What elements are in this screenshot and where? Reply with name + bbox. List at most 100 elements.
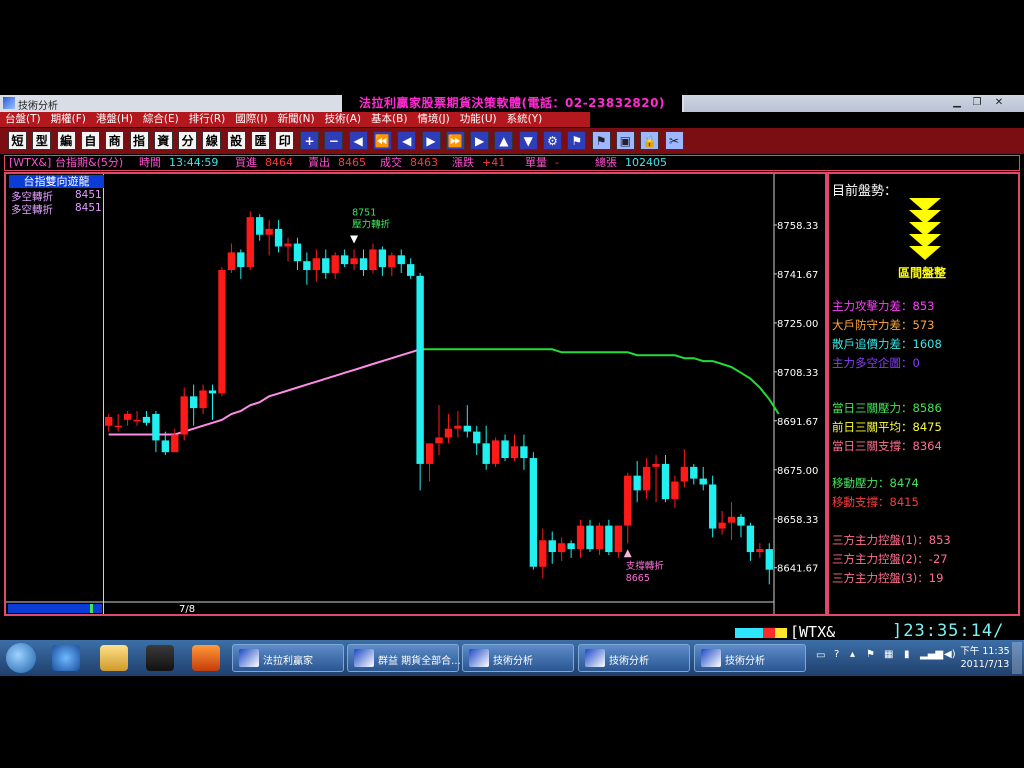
tool-icon[interactable]: ✂ <box>664 131 684 150</box>
resistance-arrow-icon <box>350 235 359 244</box>
annotation-label: 壓力轉折 <box>352 218 391 230</box>
candle-body <box>510 446 519 459</box>
stat-line: 主力多空企圖：0 <box>832 355 920 371</box>
candle-body <box>256 217 264 235</box>
candle-body <box>567 543 575 550</box>
signal-icon[interactable]: ▂▄▆ <box>920 649 943 660</box>
toolbar-button-5[interactable]: 指 <box>129 131 149 150</box>
volume-icon[interactable]: ◀) <box>944 649 956 660</box>
taskbar-button-0[interactable]: 法拉利贏家 <box>232 644 344 672</box>
media-player-icon[interactable] <box>146 645 174 671</box>
menu-item-3[interactable]: 綜合(E) <box>138 112 184 127</box>
menu-item-1[interactable]: 期權(F) <box>46 112 91 127</box>
deal-value: 8463 <box>410 156 438 169</box>
candlestick-chart[interactable]: 8758.33 8741.67 8725.00 8708.33 8691.67 8675.… <box>6 174 825 614</box>
menu-item-5[interactable]: 國際(I) <box>230 112 272 127</box>
toolbar-button-11[interactable]: 印 <box>275 131 295 150</box>
back-icon[interactable]: ◀ <box>397 131 417 150</box>
taskbar-button-3[interactable]: 技術分析 <box>578 644 690 672</box>
screen-icon[interactable]: ▣ <box>615 131 635 150</box>
toolbar-button-1[interactable]: 型 <box>32 131 52 150</box>
toolbar-button-7[interactable]: 分 <box>178 131 198 150</box>
stat-line: 當日三關壓力：8586 <box>832 400 942 416</box>
zoom-out-icon[interactable]: − <box>324 131 344 150</box>
fast-back-icon[interactable]: ⏪ <box>372 131 392 150</box>
first-icon[interactable]: ◀ <box>348 131 368 150</box>
taskbar-button-1[interactable]: 群益 期貨全部合... <box>347 644 461 672</box>
stat-label: 三方主力控盤(1)： <box>832 533 929 547</box>
menu-item-9[interactable]: 情境(J) <box>412 112 454 127</box>
toolbar-button-2[interactable]: 編 <box>56 131 76 150</box>
candle-body <box>189 396 198 409</box>
lock-icon[interactable]: 🔒 <box>640 131 660 150</box>
toolbar-button-9[interactable]: 設 <box>226 131 246 150</box>
minimize-icon[interactable]: ▁ <box>948 96 966 110</box>
stat-line: 主力攻擊力差：853 <box>832 298 934 314</box>
flag-icon[interactable]: ⚑ <box>866 649 875 660</box>
toolbar-button-4[interactable]: 商 <box>105 131 125 150</box>
trend-title: 目前盤勢： <box>832 184 898 199</box>
indicator-title[interactable]: 台指雙向遊龍 <box>9 175 104 188</box>
taskbar-button-2[interactable]: 技術分析 <box>462 644 574 672</box>
toolbar-button-3[interactable]: 自 <box>80 131 100 150</box>
candle-body <box>123 413 132 420</box>
down-icon[interactable]: ▼ <box>518 131 538 150</box>
menu-item-8[interactable]: 基本(B) <box>366 112 412 127</box>
network-icon[interactable]: ▦ <box>884 649 893 660</box>
y-tick-label: 8675.00 <box>777 466 818 477</box>
symbol-name: 台指期&(5分) <box>55 156 124 169</box>
menu-item-11[interactable]: 系統(Y) <box>502 112 548 127</box>
restore-icon[interactable]: ❐ <box>968 96 986 110</box>
candle-body <box>548 540 556 553</box>
expand-tray-icon[interactable]: ▴ <box>850 649 855 660</box>
toolbar-button-6[interactable]: 資 <box>153 131 173 150</box>
menu-item-10[interactable]: 功能(U) <box>455 112 502 127</box>
help-icon[interactable]: ? <box>834 649 839 660</box>
toolbar-button-10[interactable]: 匯 <box>251 131 270 150</box>
tray-clock[interactable]: 下午 11:35 2011/7/13 <box>960 645 1010 671</box>
stat-label: 大戶防守力差： <box>832 318 913 332</box>
menu-bar: 台盤(T) 期權(F) 港盤(H) 綜合(E) 排行(R) 國際(I) 新聞(N) 技術(A)… <box>0 112 590 127</box>
menu-item-2[interactable]: 港盤(H) <box>91 112 138 127</box>
candle-body <box>595 525 604 550</box>
fast-forward-icon[interactable]: ⏩ <box>445 131 465 150</box>
toolbar-button-8[interactable]: 線 <box>202 131 222 150</box>
status-symbol: [WTX&_ <box>790 623 845 641</box>
link-icon[interactable]: ⚑ <box>567 131 587 150</box>
candle-body <box>293 243 302 262</box>
settings-icon[interactable]: ⚙ <box>543 131 562 150</box>
start-button-icon[interactable] <box>6 643 36 673</box>
app-shortcut-icon[interactable] <box>192 645 220 671</box>
link2-icon[interactable]: ⚑ <box>591 131 611 150</box>
up-icon[interactable]: ▲ <box>494 131 514 150</box>
battery-icon[interactable]: ▮ <box>904 649 910 660</box>
close-icon[interactable]: ✕ <box>990 96 1008 110</box>
last-icon[interactable]: ▶ <box>470 131 490 150</box>
taskbar-button-label: 技術分析 <box>725 656 765 667</box>
stat-label: 當日三關支撐： <box>832 439 913 453</box>
candle-body <box>340 255 349 265</box>
stat-value: 8475 <box>912 420 942 434</box>
stat-line: 三方主力控盤(1)：853 <box>832 532 951 548</box>
keyboard-icon[interactable]: ▭ <box>816 650 825 661</box>
menu-item-4[interactable]: 排行(R) <box>184 112 231 127</box>
window-icon <box>469 649 489 667</box>
candle-body <box>425 443 434 464</box>
stat-line: 當日三關支撐：8364 <box>832 438 942 454</box>
show-desktop-button[interactable] <box>1012 642 1022 674</box>
folder-icon[interactable] <box>100 645 128 671</box>
toolbar-button-0[interactable]: 短 <box>8 131 27 150</box>
menu-item-6[interactable]: 新聞(N) <box>273 112 320 127</box>
taskbar-button-4[interactable]: 技術分析 <box>694 644 806 672</box>
forward-icon[interactable]: ▶ <box>421 131 441 150</box>
toolbar: 短型編自商指資分線設匯印 + − ◀ ⏪ ◀ ▶ ⏩ ▶ ▲ ▼ ⚙ ⚑ ⚑ ▣ 🔒 ✂ <box>0 128 1024 154</box>
candle-body <box>369 249 377 271</box>
status-bar <box>0 622 1024 640</box>
zoom-in-icon[interactable]: + <box>300 131 319 150</box>
candle-body <box>312 258 321 271</box>
candle-body <box>473 431 481 444</box>
menu-item-0[interactable]: 台盤(T) <box>0 112 46 127</box>
candle-body <box>142 416 151 423</box>
internet-explorer-icon[interactable] <box>52 645 80 671</box>
menu-item-7[interactable]: 技術(A) <box>320 112 366 127</box>
